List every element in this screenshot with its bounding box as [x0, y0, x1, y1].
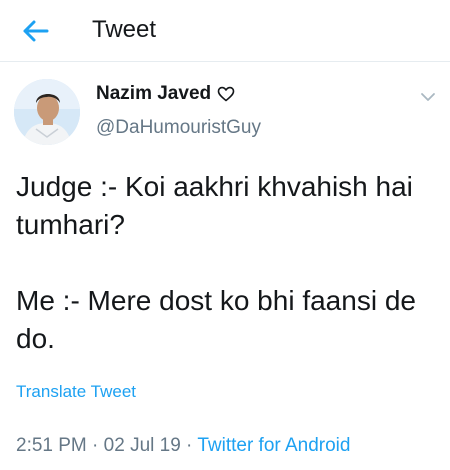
header-bar: Tweet: [0, 0, 450, 62]
tweet-text-line-2: Me :- Mere dost ko bhi faansi de do.: [16, 285, 416, 354]
author-name-row[interactable]: Nazim Javed: [96, 83, 235, 105]
chevron-down-icon: [421, 93, 435, 101]
author-handle[interactable]: @DaHumouristGuy: [96, 117, 261, 139]
tweet-meta: 2:51 PM · 02 Jul 19 · Twitter for Androi…: [16, 435, 350, 457]
heart-outline-icon: [217, 86, 235, 102]
meta-separator-2: ·: [180, 435, 198, 456]
more-options-button[interactable]: [420, 90, 436, 102]
avatar-image: [14, 79, 80, 145]
avatar[interactable]: [14, 79, 80, 145]
meta-separator-1: ·: [86, 435, 104, 456]
translate-tweet-link[interactable]: Translate Tweet: [16, 382, 136, 402]
tweet-text-line-1: Judge :- Koi aakhri khvahish hai tumhari…: [16, 171, 413, 240]
page-title: Tweet: [92, 16, 157, 43]
arrow-left-icon: [23, 20, 49, 42]
tweet-source-link[interactable]: Twitter for Android: [197, 435, 350, 456]
tweet-time: 2:51 PM: [16, 435, 87, 456]
tweet-date: 02 Jul 19: [103, 435, 181, 456]
back-button[interactable]: [20, 18, 50, 44]
tweet-body: Judge :- Koi aakhri khvahish hai tumhari…: [16, 168, 436, 358]
author-name[interactable]: Nazim Javed: [96, 83, 211, 105]
